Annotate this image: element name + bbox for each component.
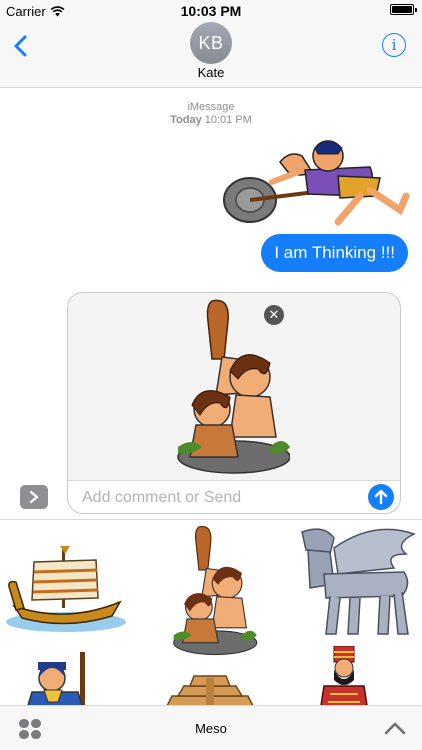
date-label: Today (170, 114, 202, 126)
arrow-up-icon (374, 489, 388, 505)
king-sticker[interactable] (318, 646, 370, 705)
sticker-drawer (0, 519, 422, 705)
warrior-sticker[interactable] (18, 652, 108, 705)
compose-box: ✕ Add comment or Send (67, 292, 401, 514)
battery-icon (390, 4, 417, 15)
app-drawer-toolbar: Meso (0, 705, 422, 750)
service-label: iMessage (187, 101, 235, 113)
status-bar: Carrier 10:03 PM (0, 0, 422, 22)
conversation-timestamp: iMessage Today 10:01 PM (0, 101, 422, 127)
staged-sticker-area: ✕ (68, 293, 400, 481)
app-name-label: Meso (195, 721, 227, 736)
outgoing-message-bubble[interactable]: I am Thinking !!! (261, 234, 408, 272)
remove-sticker-icon[interactable]: ✕ (264, 305, 284, 325)
chevron-right-icon (29, 490, 39, 504)
clock: 10:03 PM (180, 3, 242, 19)
contact-name[interactable]: Kate (0, 65, 422, 80)
send-button[interactable] (368, 484, 394, 510)
conversation-header: KB Kate i (0, 22, 422, 88)
info-icon[interactable]: i (382, 33, 406, 57)
chevron-up-icon[interactable] (384, 720, 406, 736)
sent-sticker-runner-wheel[interactable] (220, 132, 410, 232)
cavemen-sticker[interactable] (168, 524, 258, 656)
contact-avatar[interactable]: KB (190, 22, 232, 64)
back-chevron-icon[interactable] (10, 32, 34, 60)
ziggurat-sticker[interactable] (160, 672, 260, 705)
lamassu-sticker[interactable] (294, 524, 418, 642)
compose-input[interactable]: Add comment or Send (82, 489, 241, 507)
expand-input-button[interactable] (20, 485, 48, 509)
time-label: 10:01 PM (204, 114, 252, 126)
boat-sticker[interactable] (4, 542, 128, 638)
